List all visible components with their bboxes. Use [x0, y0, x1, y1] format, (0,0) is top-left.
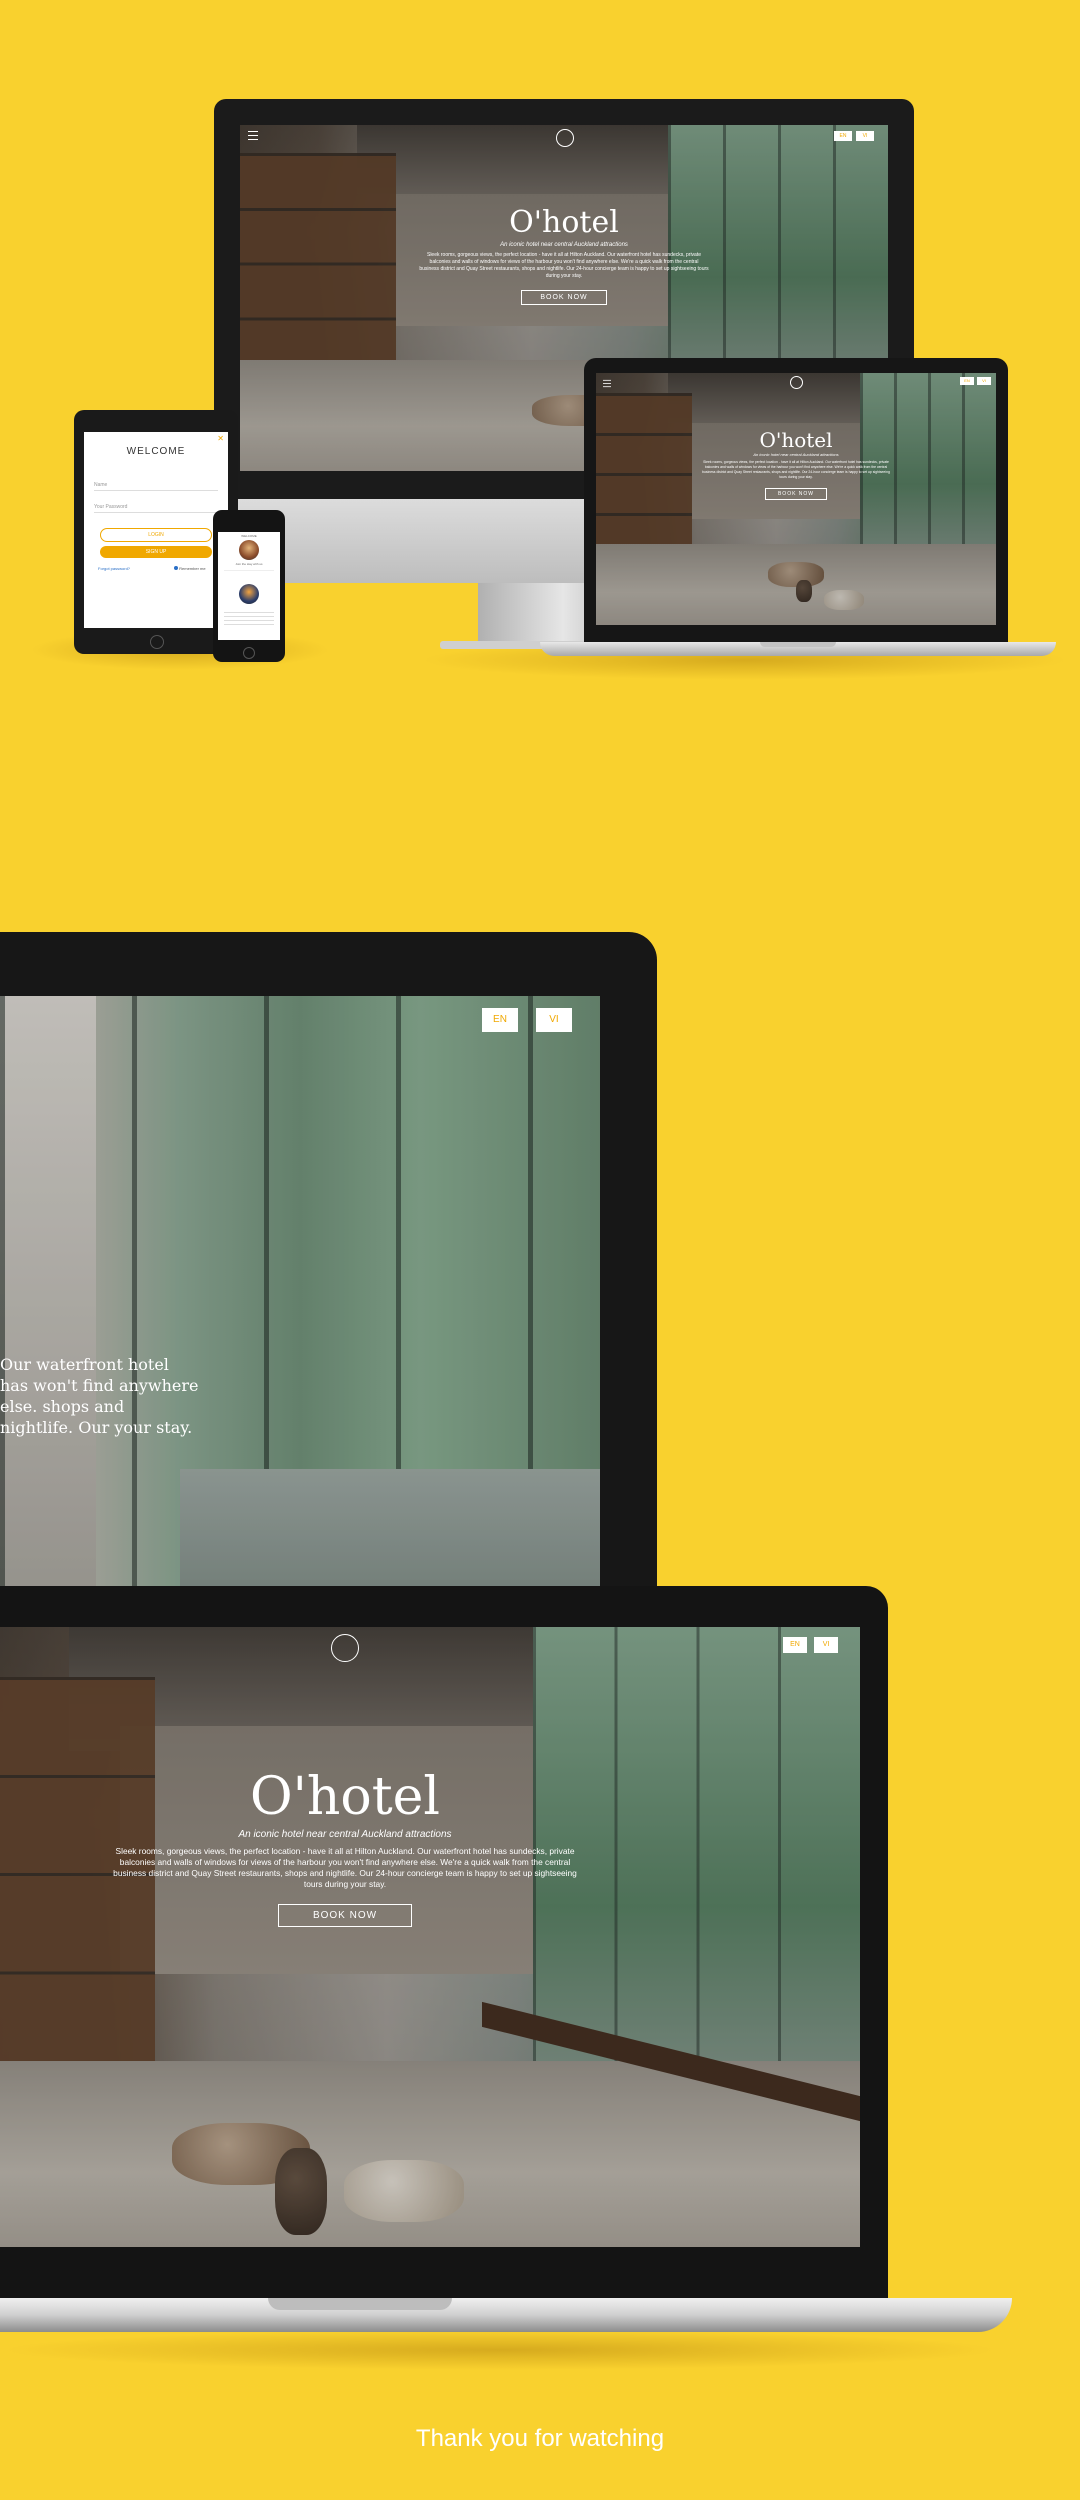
closeup-laptop-screen: EN VI O'hotel An iconic hotel near centr…	[0, 1627, 860, 2247]
phone-device: WELCOME Join the stay with us	[213, 510, 285, 662]
lang-vi-button[interactable]: VI	[536, 1008, 572, 1032]
intro-text: Sleek rooms, gorgeous views, the perfect…	[702, 460, 890, 479]
closeup-laptop: EN VI O'hotel An iconic hotel near centr…	[0, 1586, 888, 2298]
brand-title: O'hotel	[509, 205, 619, 240]
intro-text: Sleek rooms, gorgeous views, the perfect…	[419, 252, 709, 279]
avatar	[239, 584, 259, 604]
logo-icon	[790, 376, 803, 389]
forgot-password-link[interactable]: Forgot password?	[98, 566, 130, 571]
logo-icon	[331, 1634, 359, 1662]
close-icon[interactable]: ✕	[217, 434, 224, 443]
login-title: WELCOME	[126, 446, 186, 457]
brand-title: O'hotel	[249, 1767, 441, 1827]
brand-title: O'hotel	[759, 428, 833, 452]
username-field[interactable]: Name	[94, 482, 218, 491]
thank-you-text: Thank you for watching	[415, 2425, 665, 2452]
tagline: An iconic hotel near central Auckland at…	[500, 242, 628, 248]
signup-button[interactable]: SIGN UP	[100, 546, 212, 558]
book-now-button[interactable]: BOOK NOW	[764, 488, 828, 500]
lang-en-button[interactable]: EN	[834, 131, 852, 141]
laptop-small-screen: EN VI O'hotel An iconic hotel near centr…	[596, 373, 996, 625]
phone-screen: WELCOME Join the stay with us	[218, 532, 280, 640]
menu-icon[interactable]	[248, 131, 258, 140]
logo-icon	[556, 129, 574, 147]
lang-en-button[interactable]: EN	[783, 1637, 807, 1653]
tablet-home-button	[150, 635, 164, 649]
login-button[interactable]: LOGIN	[100, 528, 212, 542]
tagline: An iconic hotel near central Auckland at…	[238, 1829, 452, 1840]
intro-text-fragment: Our waterfront hotel has won't find anyw…	[0, 1355, 199, 1437]
lang-vi-button[interactable]: VI	[814, 1637, 838, 1653]
lang-en-button[interactable]: EN	[960, 377, 974, 385]
remember-me-label: Remember me	[179, 566, 206, 571]
closeup-monitor: EN VI Our waterfront hotel has won't fin…	[0, 932, 657, 1602]
book-now-button[interactable]: BOOK NOW	[521, 290, 607, 305]
phone-header: WELCOME	[241, 534, 257, 538]
avatar	[239, 540, 259, 560]
lang-vi-button[interactable]: VI	[856, 131, 874, 141]
closeup-laptop-base	[0, 2298, 1012, 2332]
password-field[interactable]: Your Password	[94, 504, 218, 513]
book-now-button[interactable]: BOOK NOW	[277, 1904, 413, 1927]
lang-en-button[interactable]: EN	[482, 1008, 518, 1032]
intro-text: Sleek rooms, gorgeous views, the perfect…	[113, 1846, 577, 1889]
menu-icon[interactable]	[603, 379, 611, 388]
tablet-screen: ✕ WELCOME Name Your Password LOGIN SIGN …	[84, 432, 228, 628]
profile-label: Join the stay with us	[235, 562, 263, 566]
lang-vi-button[interactable]: VI	[977, 377, 991, 385]
tagline: An iconic hotel near central Auckland at…	[753, 452, 839, 457]
laptop-small: EN VI O'hotel An iconic hotel near centr…	[584, 358, 1008, 642]
remember-me-checkbox[interactable]: Remember me	[174, 566, 206, 571]
closeup-monitor-screen: EN VI Our waterfront hotel has won't fin…	[0, 996, 600, 1602]
